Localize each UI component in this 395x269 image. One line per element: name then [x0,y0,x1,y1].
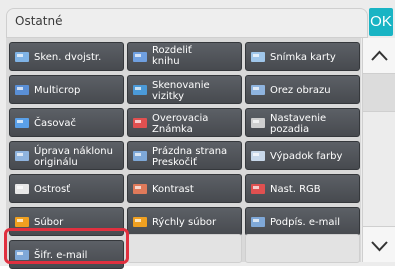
scroll-down-button[interactable] [363,226,395,262]
tile-label: Kontrast [152,184,194,195]
tile-label: Sken. dvojstr. [34,52,102,63]
tile-label: Snímka karty [270,52,336,63]
book-divide-button[interactable]: Rozdeliť knihu [127,42,242,71]
quick-file-icon [133,217,147,227]
timer-button[interactable]: Časovač [9,108,124,137]
rgb-adjust-icon [251,184,265,194]
verification-stamp-icon [133,118,147,128]
scrollbar[interactable] [362,38,395,262]
contrast-button[interactable]: Kontrast [127,174,242,203]
blank-page-skip-button[interactable]: Prázdna strana Preskočiť [127,141,242,170]
background-setting-icon [251,118,265,128]
image-crop-button[interactable]: Orez obrazu [245,75,360,104]
tile-label: Orez obrazu [270,85,331,96]
scroll-thumb[interactable] [363,74,395,112]
skew-adjust-icon [15,151,29,161]
selection-highlight [4,228,129,264]
card-shot-button[interactable]: Snímka karty [245,42,360,71]
scroll-track[interactable] [363,74,395,226]
book-divide-icon [133,52,147,62]
tile-label: Nastavenie pozadia [270,112,327,135]
tile-label: Rýchly súbor [152,217,217,228]
tile-label: Rozdeliť knihu [152,45,192,67]
color-dropout-button[interactable]: Výpadok farby [245,141,360,170]
card-shot-icon [251,52,265,62]
panel-header: Ostatné [6,8,368,38]
duplex-scan-icon [15,52,29,62]
tile-label: Nast. RGB [270,184,321,195]
tile-label: Úprava náklonu originálu [34,145,113,168]
skew-adjust-button[interactable]: Úprava náklonu originálu [9,141,124,170]
tile-label: Podpís. e-mail [270,217,341,228]
multicrop-icon [15,85,29,95]
tile-label: Multicrop [34,85,81,96]
tile-label: Výpadok farby [270,151,343,162]
panel-title: Ostatné [15,14,63,28]
duplex-scan-button[interactable]: Sken. dvojstr. [9,42,124,71]
signed-email-button[interactable]: Podpís. e-mail [245,207,360,236]
image-crop-icon [251,85,265,95]
tile-label: Skenovanie vizitky [152,79,210,102]
timer-icon [15,118,29,128]
sharpness-icon [15,184,29,194]
tile-label: Ostrosť [34,184,71,195]
tile-label: Overovacia Známka [152,112,209,135]
empty-slot [127,234,242,263]
rgb-adjust-button[interactable]: Nast. RGB [245,174,360,203]
business-card-scan-icon [133,85,147,95]
chevron-down-icon [371,241,388,252]
sharpness-button[interactable]: Ostrosť [9,174,124,203]
chevron-up-icon [371,50,388,61]
scroll-up-button[interactable] [363,38,395,74]
tile-label: Prázdna strana Preskočiť [152,145,228,168]
other-functions-panel: Ostatné OK Sken. dvojstr. Rozdeliť knihu S… [0,0,395,269]
verification-stamp-button[interactable]: Overovacia Známka [127,108,242,137]
background-setting-button[interactable]: Nastavenie pozadia [245,108,360,137]
multicrop-button[interactable]: Multicrop [9,75,124,104]
empty-slot [245,234,360,263]
tile-label: Časovač [34,118,76,129]
business-card-scan-button[interactable]: Skenovanie vizitky [127,75,242,104]
quick-file-button[interactable]: Rýchly súbor [127,207,242,236]
contrast-icon [133,184,147,194]
signed-email-icon [251,217,265,227]
blank-page-skip-icon [133,151,147,161]
ok-button[interactable]: OK [369,8,393,36]
color-dropout-icon [251,151,265,161]
